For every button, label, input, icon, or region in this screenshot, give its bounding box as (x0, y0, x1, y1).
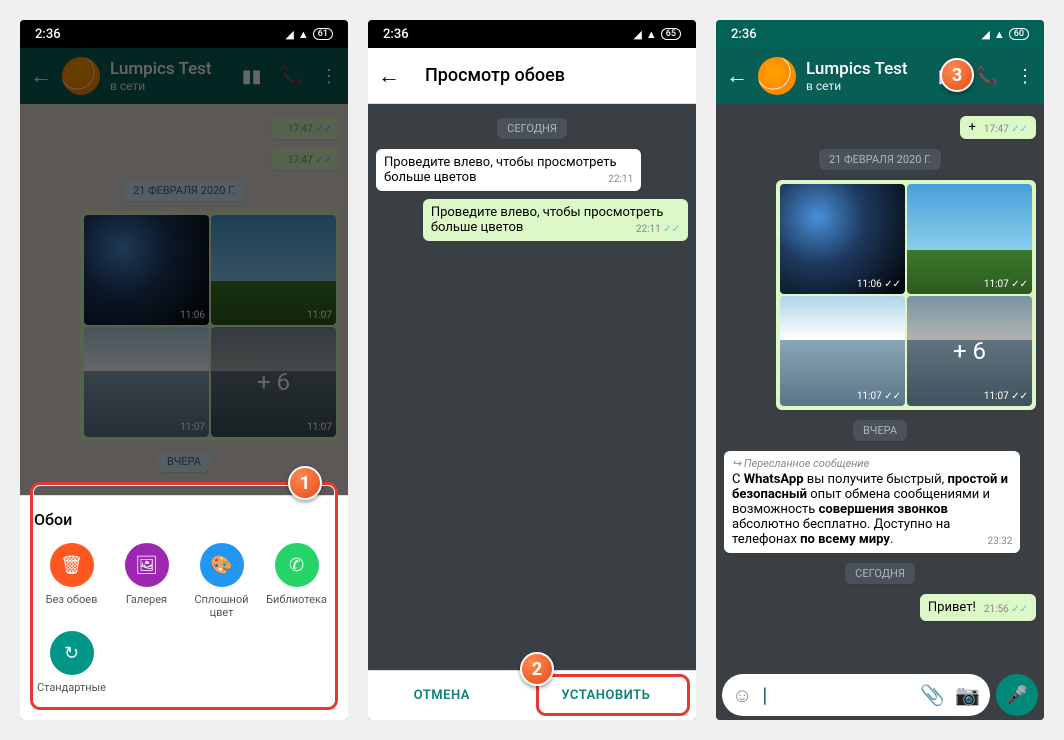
attach-icon[interactable]: 📎 (920, 683, 945, 707)
cancel-button[interactable]: ОТМЕНА (394, 678, 490, 713)
preview-title: Просмотр обоев (425, 65, 565, 86)
media-cell[interactable]: 11:07 ✓✓ (780, 296, 905, 406)
msg-time: 17:47 (288, 155, 332, 166)
emoji-icon[interactable]: ☺ (732, 683, 752, 708)
date-chip: ВЧЕРА (853, 420, 907, 441)
media-grid[interactable]: 11:06 ✓✓ 11:07 ✓✓ 11:07 ✓✓ + 611:07 ✓✓ (776, 180, 1036, 410)
msg-time: 21:56 (984, 604, 1028, 615)
menu-icon[interactable]: ⋮ (320, 66, 338, 87)
date-chip: 21 ФЕВРАЛЯ 2020 Г. (123, 180, 245, 201)
mic-button[interactable]: 🎤 (996, 674, 1038, 716)
back-arrow-icon[interactable]: ← (30, 63, 52, 89)
contact-name: Lumpics Test (806, 59, 928, 79)
media-cell[interactable]: 11:06 ✓✓ (780, 184, 905, 294)
phone-3: 2:36 60 ← Lumpics Test в сети ▮▮ 📞 ⋮ +17… (716, 20, 1044, 720)
highlight-box-2 (536, 674, 690, 716)
status-bar: 2:36 60 (716, 20, 1044, 48)
message-out[interactable]: 17:47 (272, 116, 340, 139)
status-time: 2:36 (383, 27, 409, 42)
contact-name: Lumpics Test (110, 59, 232, 79)
contact-info[interactable]: Lumpics Test в сети (110, 59, 232, 93)
date-chip: СЕГОДНЯ (497, 118, 567, 139)
message-out[interactable]: 17:47 (272, 147, 340, 170)
status-icons: 61 (285, 28, 333, 41)
chat-body[interactable]: +17:47 21 ФЕВРАЛЯ 2020 Г. 11:06 ✓✓ 11:07… (716, 104, 1044, 670)
signal-icon (981, 28, 989, 41)
menu-icon[interactable]: ⋮ (1016, 66, 1034, 87)
battery-icon: 61 (313, 28, 333, 40)
voice-call-icon[interactable]: 📞 (280, 66, 302, 87)
media-cell[interactable]: 11:06 (84, 215, 209, 325)
chat-header: ← Lumpics Test в сети ▮▮ 📞 ⋮ (716, 48, 1044, 104)
forwarded-message[interactable]: Пересланное сообщение С WhatsApp вы полу… (724, 451, 1020, 553)
forwarded-label: Пересланное сообщение (732, 457, 1012, 470)
battery-icon: 60 (1009, 28, 1029, 40)
msg-time: 22:11 (636, 224, 680, 235)
signal-icon (285, 28, 293, 41)
callout-1: 1 (288, 466, 322, 500)
input-bar: ☺ | 📎 📷 🎤 (716, 670, 1044, 720)
back-arrow-icon[interactable]: ← (378, 63, 400, 89)
status-time: 2:36 (35, 27, 61, 42)
media-cell[interactable]: 11:07 ✓✓ (907, 184, 1032, 294)
wifi-icon (646, 28, 657, 41)
message-out[interactable]: +17:47 (960, 116, 1036, 139)
camera-icon[interactable]: 📷 (955, 683, 980, 707)
media-cell[interactable]: + 611:07 (211, 327, 336, 437)
preview-msg-out: Проведите влево, чтобы просмотреть больш… (423, 199, 688, 241)
status-bar: 2:36 65 (368, 20, 696, 48)
status-icons: 60 (981, 28, 1029, 41)
msg-time: 17:47 (984, 124, 1028, 135)
status-icons: 65 (633, 28, 681, 41)
msg-time: 23:32 (987, 536, 1012, 547)
media-cell[interactable]: 11:07 (84, 327, 209, 437)
avatar[interactable] (758, 57, 796, 95)
status-bar: 2:36 61 (20, 20, 348, 48)
contact-info[interactable]: Lumpics Test в сети (806, 59, 928, 93)
header-actions: ▮▮ 📞 ⋮ (242, 66, 338, 87)
status-time: 2:36 (731, 27, 757, 42)
highlight-box-1 (30, 482, 338, 710)
msg-time: 17:47 (288, 124, 332, 135)
battery-icon: 65 (661, 28, 681, 40)
avatar[interactable] (62, 57, 100, 95)
date-chip: 21 ФЕВРАЛЯ 2020 Г. (819, 149, 941, 170)
message-input[interactable]: ☺ | 📎 📷 (722, 674, 990, 716)
rich-text: С WhatsApp вы получите быстрый, простой … (732, 472, 1008, 547)
wifi-icon (298, 28, 309, 41)
chat-header: ← Lumpics Test в сети ▮▮ 📞 ⋮ (20, 48, 348, 104)
callout-2: 2 (520, 652, 554, 686)
preview-header: ← Просмотр обоев (368, 48, 696, 104)
contact-status: в сети (110, 79, 232, 93)
date-chip: ВЧЕРА (157, 451, 211, 472)
video-call-icon[interactable]: ▮▮ (242, 66, 262, 87)
phone-2: 2:36 65 ← Просмотр обоев СЕГОДНЯ Проведи… (368, 20, 696, 720)
message-out[interactable]: Привет!21:56 (920, 594, 1036, 621)
media-cell[interactable]: + 611:07 ✓✓ (907, 296, 1032, 406)
text-cursor[interactable]: | (762, 683, 910, 707)
wifi-icon (994, 28, 1005, 41)
phone-1: 2:36 61 ← Lumpics Test в сети ▮▮ 📞 ⋮ 17:… (20, 20, 348, 720)
preview-body: СЕГОДНЯ Проведите влево, чтобы просмотре… (368, 104, 696, 670)
voice-call-icon[interactable]: 📞 (976, 66, 998, 87)
contact-status: в сети (806, 79, 928, 93)
preview-msg-in: Проведите влево, чтобы просмотреть больш… (376, 149, 641, 191)
signal-icon (633, 28, 641, 41)
msg-time: 22:11 (608, 174, 633, 185)
back-arrow-icon[interactable]: ← (726, 63, 748, 89)
callout-3: 3 (940, 58, 974, 92)
media-grid[interactable]: 11:06 11:07 11:07 + 611:07 (80, 211, 340, 441)
media-cell[interactable]: 11:07 (211, 215, 336, 325)
date-chip: СЕГОДНЯ (845, 563, 915, 584)
